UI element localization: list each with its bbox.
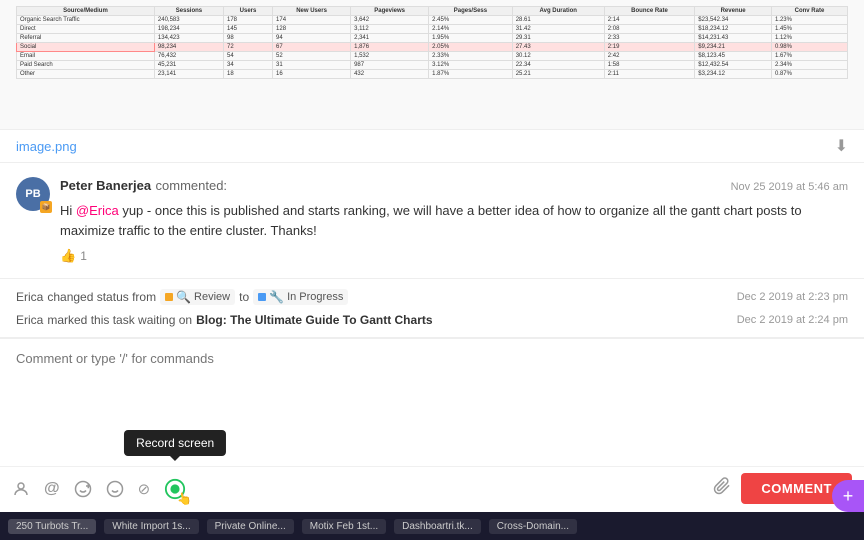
activity-timestamp-2: Dec 2 2019 at 2:24 pm: [737, 314, 848, 326]
attach-icon[interactable]: [713, 477, 731, 500]
from-status-badge: 🔍 Review: [160, 289, 235, 305]
record-screen-container: Record screen 👆: [164, 478, 186, 500]
activity-actor-1: Erica: [16, 290, 43, 304]
toolbar-right: COMMENT: [713, 473, 852, 504]
slash-command-icon[interactable]: ⊘: [138, 480, 151, 498]
comment-text: Hi @Erica yup - once this is published a…: [60, 201, 848, 240]
download-icon[interactable]: ⬇: [835, 136, 848, 156]
bottom-taskbar: 250 Turbots Tr... White Import 1s... Priva…: [0, 512, 864, 540]
task-link[interactable]: Blog: The Ultimate Guide To Gantt Charts: [196, 313, 432, 327]
activity-row-1: Erica changed status from 🔍 Review to 🔧 …: [16, 285, 848, 309]
avatar-initials: PB: [25, 188, 40, 200]
comment-action: commented:: [156, 178, 228, 193]
taskbar-item[interactable]: White Import 1s...: [104, 519, 198, 534]
comment-content: Peter Banerjea commented: Nov 25 2019 at…: [60, 177, 848, 264]
emoji-icon[interactable]: [106, 480, 124, 498]
to-status-dot: [258, 293, 266, 301]
avatar-badge: 📦: [40, 201, 52, 213]
activity-section: Erica changed status from 🔍 Review to 🔧 …: [0, 279, 864, 338]
to-status-badge: 🔧 In Progress: [253, 289, 348, 305]
activity-timestamp-1: Dec 2 2019 at 2:23 pm: [737, 291, 848, 303]
comment-text-prefix: Hi: [60, 203, 76, 218]
to-label: to: [239, 290, 249, 304]
activity-action-2: marked this task waiting on: [47, 313, 192, 327]
wrench-icon-small: 🔧: [269, 290, 284, 304]
activity-row-2: Erica marked this task waiting on Blog: …: [16, 309, 848, 331]
to-status-label: In Progress: [287, 291, 343, 303]
smile-plus-icon[interactable]: [74, 480, 92, 498]
search-icon-small: 🔍: [176, 290, 191, 304]
from-status-label: Review: [194, 291, 230, 303]
taskbar-item[interactable]: Private Online...: [207, 519, 294, 534]
toolbar-left: @ ⊘ Record screen: [12, 478, 186, 500]
image-filename-row: image.png ⬇: [0, 130, 864, 163]
top-image-area: Source/MediumSessionsUsersNew UsersPagev…: [0, 0, 864, 130]
comment-timestamp: Nov 25 2019 at 5:46 am: [731, 181, 848, 193]
like-count: 1: [80, 249, 87, 263]
comment-block: PB 📦 Peter Banerjea commented: Nov 25 20…: [0, 163, 864, 279]
like-icon[interactable]: 👍: [60, 248, 76, 264]
like-section: 👍 1: [60, 248, 848, 264]
comment-header: Peter Banerjea commented: Nov 25 2019 at…: [60, 177, 848, 195]
taskbar-item[interactable]: Cross-Domain...: [489, 519, 577, 534]
at-mention-icon[interactable]: @: [44, 480, 60, 498]
fab-button[interactable]: +: [832, 480, 864, 512]
fab-icon: +: [843, 486, 854, 507]
comment-input[interactable]: [0, 339, 864, 466]
comment-toolbar: @ ⊘ Record screen: [0, 466, 864, 512]
taskbar-item[interactable]: Dashboartri.tk...: [394, 519, 481, 534]
record-screen-icon[interactable]: 👆: [164, 478, 186, 500]
user-icon[interactable]: [12, 480, 30, 498]
taskbar-item[interactable]: 250 Turbots Tr...: [8, 519, 96, 534]
comment-author: Peter Banerjea: [60, 178, 151, 193]
activity-left-2: Erica marked this task waiting on Blog: …: [16, 313, 433, 327]
comment-mention: @Erica: [76, 203, 119, 218]
avatar: PB 📦: [16, 177, 50, 211]
main-container: Source/MediumSessionsUsersNew UsersPagev…: [0, 0, 864, 540]
taskbar-item[interactable]: Motix Feb 1st...: [302, 519, 386, 534]
activity-action-1: changed status from: [47, 290, 156, 304]
comment-input-section: @ ⊘ Record screen: [0, 338, 864, 512]
activity-left-1: Erica changed status from 🔍 Review to 🔧 …: [16, 289, 348, 305]
from-status-dot: [165, 293, 173, 301]
image-filename-link[interactable]: image.png: [16, 139, 77, 154]
spreadsheet-table: Source/MediumSessionsUsersNew UsersPagev…: [16, 6, 848, 79]
activity-actor-2: Erica: [16, 313, 43, 327]
comment-text-suffix: yup - once this is published and starts …: [60, 203, 802, 238]
